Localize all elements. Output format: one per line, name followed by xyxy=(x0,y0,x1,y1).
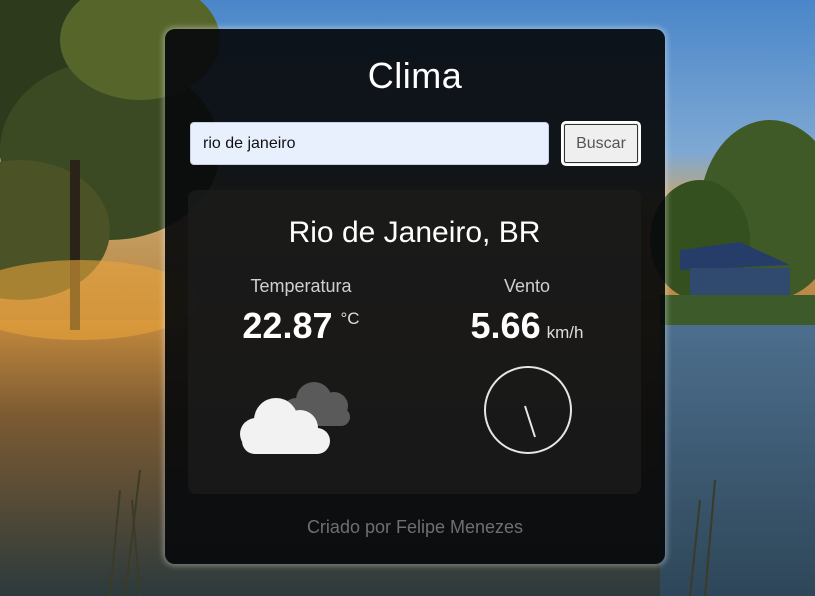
wind-section: Vento 5.66 km/h xyxy=(414,276,640,347)
wind-value: 5.66 xyxy=(470,305,541,346)
footer-credit: Criado por Felipe Menezes xyxy=(306,517,524,537)
cloudy-icon xyxy=(240,382,350,454)
temperature-value: 22.87 xyxy=(242,305,333,346)
weather-card: Clima Buscar Rio de Janeiro, BR Temperat… xyxy=(165,29,665,564)
weather-result-panel: Rio de Janeiro, BR Temperatura 22.87 °C V… xyxy=(188,190,641,494)
temperature-unit: °C xyxy=(340,309,360,328)
city-search-input[interactable] xyxy=(190,122,549,165)
temperature-section: Temperatura 22.87 °C xyxy=(188,276,414,347)
wind-direction-gauge-icon xyxy=(484,366,572,454)
app-title: Clima xyxy=(367,55,463,96)
search-button[interactable]: Buscar xyxy=(561,121,641,166)
wind-label: Vento xyxy=(503,276,551,296)
city-name: Rio de Janeiro, BR xyxy=(288,216,541,249)
temperature-label: Temperatura xyxy=(250,276,352,296)
wind-unit: km/h xyxy=(546,323,584,342)
